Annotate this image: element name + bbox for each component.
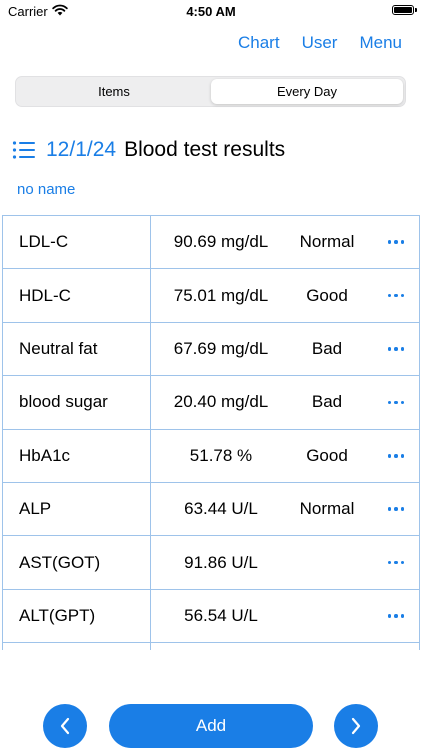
item-name: Neutral fat bbox=[19, 338, 98, 358]
more-icon[interactable] bbox=[379, 323, 413, 375]
status-bar: Carrier 4:50 AM bbox=[0, 0, 422, 24]
item-value[interactable] bbox=[151, 643, 291, 650]
more-icon[interactable] bbox=[379, 536, 413, 588]
add-button[interactable]: Add bbox=[109, 704, 313, 748]
item-value[interactable]: 63.44 U/L bbox=[151, 483, 291, 535]
item-status: Normal bbox=[299, 232, 355, 252]
item-name: blood sugar bbox=[19, 392, 108, 412]
chart-link[interactable]: Chart bbox=[238, 33, 280, 53]
clock: 4:50 AM bbox=[186, 4, 236, 19]
item-value[interactable]: 51.78 % bbox=[151, 430, 291, 482]
table-row[interactable]: blood sugar 20.40 mg/dL Bad bbox=[3, 376, 419, 430]
item-name: LDL-C bbox=[19, 232, 69, 252]
item-value[interactable]: 67.69 mg/dL bbox=[151, 323, 291, 375]
item-status bbox=[291, 643, 363, 650]
title-row: 12/1/24 Blood test results bbox=[12, 137, 285, 163]
segment-items[interactable]: Items bbox=[18, 79, 210, 104]
item-value[interactable]: 91.86 U/L bbox=[151, 536, 291, 588]
more-icon[interactable] bbox=[379, 269, 413, 321]
table-row[interactable]: AST(GOT) 91.86 U/L bbox=[3, 536, 419, 590]
page-title: Blood test results bbox=[124, 138, 286, 161]
top-nav: Chart User Menu bbox=[238, 33, 402, 53]
more-icon[interactable] bbox=[379, 216, 413, 268]
more-icon[interactable] bbox=[379, 430, 413, 482]
battery-icon bbox=[392, 5, 417, 15]
more-icon[interactable] bbox=[379, 590, 413, 642]
segment-every-day[interactable]: Every Day bbox=[211, 79, 403, 104]
menu-link[interactable]: Menu bbox=[359, 33, 402, 53]
item-value[interactable]: 56.54 U/L bbox=[151, 590, 291, 642]
more-icon[interactable] bbox=[379, 376, 413, 428]
profile-name-link[interactable]: no name bbox=[17, 181, 75, 198]
item-name: ALP bbox=[19, 499, 52, 519]
table-row[interactable]: ALP 63.44 U/L Normal bbox=[3, 482, 419, 537]
table-row[interactable] bbox=[3, 643, 419, 650]
item-value[interactable]: 20.40 mg/dL bbox=[151, 376, 291, 428]
chevron-left-icon bbox=[60, 717, 70, 735]
table-row[interactable]: LDL-C 90.69 mg/dL Normal bbox=[3, 216, 419, 270]
previous-button[interactable] bbox=[43, 704, 87, 748]
item-status: Bad bbox=[311, 338, 343, 358]
item-value[interactable]: 90.69 mg/dL bbox=[151, 216, 291, 268]
item-name: AST(GOT) bbox=[19, 552, 101, 572]
item-status: Bad bbox=[311, 392, 343, 412]
list-icon[interactable] bbox=[12, 140, 36, 160]
user-link[interactable]: User bbox=[302, 33, 338, 53]
item-status bbox=[291, 536, 363, 588]
item-name: HDL-C bbox=[19, 285, 71, 305]
more-icon[interactable] bbox=[379, 483, 413, 535]
item-status: Normal bbox=[299, 499, 355, 519]
item-status: Good bbox=[306, 445, 348, 465]
item-value[interactable]: 75.01 mg/dL bbox=[151, 269, 291, 321]
chevron-right-icon bbox=[351, 717, 361, 735]
results-table: LDL-C 90.69 mg/dL Normal HDL-C 75.01 mg/dL Go… bbox=[2, 215, 420, 650]
item-name: ALT(GPT) bbox=[19, 605, 96, 625]
date-link[interactable]: 12/1/24 bbox=[46, 138, 116, 162]
next-button[interactable] bbox=[334, 704, 378, 748]
table-row[interactable]: HDL-C 75.01 mg/dL Good bbox=[3, 269, 419, 323]
item-status bbox=[291, 590, 363, 642]
item-name: HbA1c bbox=[19, 445, 71, 465]
view-segmented-control: Items Every Day bbox=[15, 76, 406, 107]
item-status: Good bbox=[306, 285, 348, 305]
table-row[interactable]: HbA1c 51.78 % Good bbox=[3, 429, 419, 483]
table-row[interactable]: ALT(GPT) 56.54 U/L bbox=[3, 589, 419, 644]
table-row[interactable]: Neutral fat 67.69 mg/dL Bad bbox=[3, 322, 419, 377]
